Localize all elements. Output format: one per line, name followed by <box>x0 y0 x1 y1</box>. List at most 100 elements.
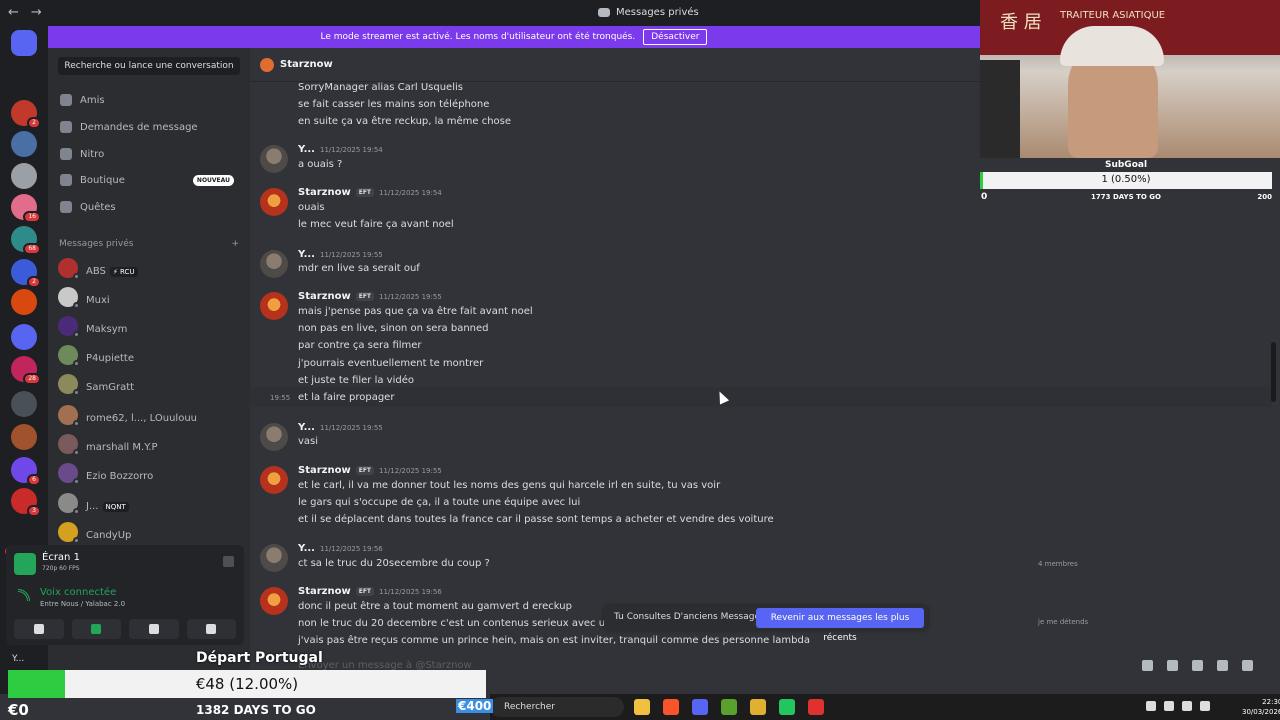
network-icon[interactable] <box>1182 701 1192 711</box>
avatar[interactable] <box>260 587 288 615</box>
taskbar-search[interactable]: Rechercher <box>490 697 624 717</box>
message-text: j'vais pas être reçus comme un prince he… <box>298 635 810 646</box>
chevron-up-icon[interactable] <box>1146 701 1156 711</box>
dm-item[interactable]: P4upiette <box>58 342 244 368</box>
server-icon[interactable]: 2 <box>11 100 41 129</box>
subgoal-progress-label: 1 (0.50%) <box>1101 174 1151 185</box>
voice-channel-label[interactable]: Entre Nous / Yalabac 2.0 <box>40 600 125 608</box>
message-text: mais j'pense pas que ça va être fait ava… <box>298 306 533 317</box>
microphone-icon[interactable] <box>1164 701 1174 711</box>
volume-icon[interactable] <box>1200 701 1210 711</box>
server-icon[interactable] <box>11 131 37 157</box>
disable-streamer-mode-button[interactable]: Désactiver <box>643 29 708 45</box>
dm-item[interactable]: marshall M.Y.P <box>58 431 244 457</box>
subgoal-days: 1773 DAYS TO GO <box>1091 193 1161 201</box>
avatar <box>58 522 80 544</box>
emoji-icon[interactable] <box>1217 660 1228 671</box>
message-text: j'pourrais eventuellement te montrer <box>298 358 484 369</box>
author-name[interactable]: Y... <box>298 422 315 433</box>
apps-icon[interactable] <box>1242 660 1253 671</box>
avatar[interactable] <box>260 544 288 572</box>
file-explorer-icon[interactable] <box>634 699 650 715</box>
author-name[interactable]: Starznow <box>298 586 351 597</box>
sidebar-item-label: Nitro <box>80 148 105 160</box>
dm-text: rome62, l..., LOuulouu 4 membres <box>86 406 1280 610</box>
activities-button[interactable] <box>129 619 179 639</box>
discord-icon[interactable] <box>692 699 708 715</box>
author-name[interactable]: Y... <box>298 144 315 155</box>
server-icon[interactable] <box>11 424 37 450</box>
gift-icon[interactable] <box>1142 660 1153 671</box>
dm-item[interactable]: ABS ⚡ RCU <box>58 255 244 281</box>
avatar <box>58 374 80 396</box>
author-name[interactable]: Y... <box>298 249 315 260</box>
dm-item[interactable]: J... NQNT <box>58 490 244 516</box>
obs-icon[interactable] <box>808 699 824 715</box>
search-conversation-button[interactable]: Recherche ou lance une conversation <box>58 57 240 75</box>
dm-item[interactable]: Muxi <box>58 284 244 310</box>
jump-to-present-button[interactable]: Revenir aux messages les plus récents <box>756 608 924 643</box>
sidebar-item-0[interactable]: Amis <box>56 89 242 111</box>
avatar[interactable] <box>260 188 288 216</box>
avatar[interactable] <box>260 145 288 173</box>
back-arrow-icon[interactable]: ← <box>8 5 19 20</box>
avatar <box>58 405 80 427</box>
share-screen-button[interactable] <box>71 619 121 639</box>
author-name[interactable]: Starznow <box>298 291 351 302</box>
unread-badge: 16 <box>23 211 41 223</box>
server-icon[interactable]: 3 <box>11 488 41 517</box>
server-icon[interactable]: 28 <box>11 356 41 385</box>
discord-home-icon[interactable] <box>11 30 37 56</box>
server-icon[interactable] <box>11 289 37 315</box>
clock[interactable]: 22:30 30/03/2026 <box>1242 697 1280 717</box>
soundboard-button[interactable] <box>186 619 236 639</box>
dm-text: CandyUp <box>86 523 131 542</box>
avatar[interactable] <box>260 292 288 320</box>
dm-item[interactable]: Ezio Bozzorro je me détends <box>58 460 1280 668</box>
camera-off-button[interactable] <box>14 619 64 639</box>
avatar[interactable] <box>260 57 274 72</box>
dm-item[interactable]: Maksym <box>58 313 244 339</box>
minecraft-icon[interactable] <box>721 699 737 715</box>
subgoal-max: 200 <box>1257 193 1272 201</box>
avatar[interactable] <box>260 423 288 451</box>
status-icon <box>73 360 80 367</box>
author-name[interactable]: Y... <box>298 543 315 554</box>
scrollbar[interactable] <box>1271 342 1276 402</box>
avatar[interactable] <box>260 466 288 494</box>
sticker-icon[interactable] <box>1192 660 1203 671</box>
sidebar-item-3[interactable]: Boutique NOUVEAU <box>56 169 242 191</box>
author-name[interactable]: Starznow <box>298 465 351 476</box>
screen-share-card[interactable]: Écran 1 720p 60 FPS <box>14 551 236 579</box>
forward-arrow-icon[interactable]: → <box>31 5 42 20</box>
close-icon[interactable] <box>223 556 234 567</box>
create-dm-button[interactable]: + <box>231 239 239 249</box>
sidebar-item-2[interactable]: Nitro <box>56 143 242 165</box>
dm-name: Maksym <box>86 324 127 335</box>
server-icon[interactable]: 16 <box>11 194 41 223</box>
avatar[interactable] <box>260 250 288 278</box>
dm-item[interactable]: SamGratt <box>58 371 244 397</box>
server-icon[interactable] <box>11 163 37 189</box>
server-icon[interactable]: 2 <box>11 259 41 288</box>
message-author: Starznow EFT 11/12/2025 19:56 <box>298 586 442 597</box>
dm-name: CandyUp <box>86 530 131 541</box>
server-icon[interactable]: 6 <box>11 457 41 486</box>
app-icon[interactable] <box>750 699 766 715</box>
play-icon[interactable] <box>779 699 795 715</box>
server-a-icon[interactable] <box>11 66 37 92</box>
dm-name-text: J... <box>86 500 99 512</box>
server-icon[interactable]: 68 <box>11 226 41 255</box>
sidebar-item-1[interactable]: Demandes de message <box>56 116 242 138</box>
brave-icon[interactable] <box>663 699 679 715</box>
server-icon[interactable] <box>11 324 37 350</box>
share-screen-icon <box>91 624 102 634</box>
discord-logo-icon <box>598 8 610 17</box>
sidebar-item-4[interactable]: Quêtes <box>56 196 242 218</box>
dm-item[interactable]: CandyUp <box>58 519 244 545</box>
signal-icon[interactable] <box>18 589 30 601</box>
gif-icon[interactable] <box>1167 660 1178 671</box>
author-name[interactable]: Starznow <box>298 187 351 198</box>
server-icon[interactable] <box>11 391 37 417</box>
dm-item[interactable]: rome62, l..., LOuulouu 4 membres <box>58 402 1280 610</box>
